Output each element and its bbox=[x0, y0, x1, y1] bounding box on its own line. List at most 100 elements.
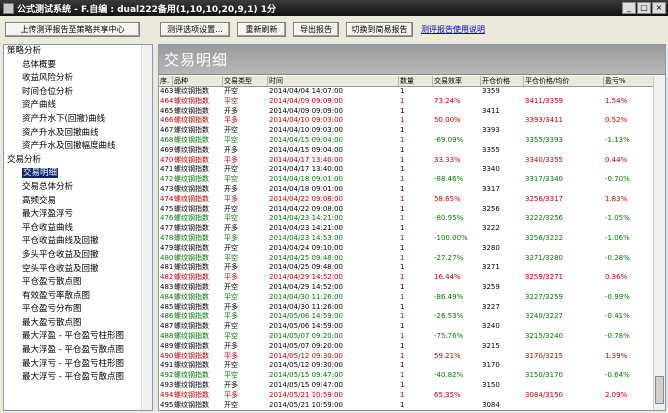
column-header[interactable]: 时间 bbox=[268, 76, 399, 86]
table-row[interactable]: 476 螺纹钢指数 平空 2014/04/23 14:21:00 1 -80.95% 322… bbox=[159, 214, 654, 224]
table-cell bbox=[604, 381, 654, 391]
table-scrollbar[interactable] bbox=[653, 76, 665, 410]
tree-item[interactable]: 总体概要 bbox=[4, 59, 152, 73]
table-row[interactable]: 486 螺纹钢指数 平多 2014/05/06 14:59:00 1 -26.53% 324… bbox=[159, 312, 654, 322]
tree-item[interactable]: 资产升水及回撤幅度曲线 bbox=[4, 140, 152, 154]
table-row[interactable]: 473 螺纹钢指数 开多 2014/04/18 09:01:00 1 3317 bbox=[159, 185, 654, 195]
table-row[interactable]: 484 螺纹钢指数 平空 2014/04/30 11:26:00 1 -86.49% 322… bbox=[159, 293, 654, 303]
column-header[interactable]: 交易类型 bbox=[223, 76, 268, 86]
tree-item[interactable]: 最大浮盈 - 平仓盈亏散点图 bbox=[4, 344, 152, 358]
tree-item[interactable]: 收益风险分析 bbox=[4, 72, 152, 86]
table-cell: 3256 bbox=[482, 204, 500, 213]
table-row[interactable]: 495 螺纹钢指数 开空 2014/05/21 10:59:00 1 3084 bbox=[159, 401, 654, 411]
tree-item[interactable]: 最大盈亏散点图 bbox=[4, 317, 152, 331]
table-row[interactable]: 472 螺纹钢指数 平空 2014/04/18 09:01:00 1 -88.46% 331… bbox=[159, 175, 654, 185]
column-header[interactable]: 平仓价格/均价 bbox=[524, 76, 604, 86]
table-row[interactable]: 463 螺纹钢指数 开空 2014/04/04 14:07:00 1 3359 bbox=[159, 87, 654, 97]
maximize-button[interactable]: □ bbox=[637, 2, 651, 14]
tree-item[interactable]: 资产升水下(回撤)曲线 bbox=[4, 113, 152, 127]
table-row[interactable]: 481 螺纹钢指数 开多 2014/04/25 09:48:00 1 3271 bbox=[159, 263, 654, 273]
table-row[interactable]: 494 螺纹钢指数 平多 2014/05/21 10:59:00 1 65.35% 3084… bbox=[159, 391, 654, 401]
table-row[interactable]: 465 螺纹钢指数 开多 2014/04/09 09:09:00 1 3411 bbox=[159, 107, 654, 117]
export-report-button[interactable]: 导出报告 bbox=[293, 22, 339, 37]
tree-item[interactable]: 多头平仓收益及回撤 bbox=[4, 249, 152, 263]
table-row[interactable]: 478 螺纹钢指数 平多 2014/04/23 14:53:00 1 -100.00% 32… bbox=[159, 234, 654, 244]
column-header[interactable]: 交易效率 bbox=[433, 76, 481, 86]
tree-item[interactable]: 平仓收益曲线 bbox=[4, 222, 152, 236]
table-row[interactable]: 467 螺纹钢指数 开空 2014/04/10 09:03:00 1 3393 bbox=[159, 126, 654, 136]
column-header[interactable]: 开仓价格 bbox=[481, 76, 524, 86]
table-cell: 3355 bbox=[482, 145, 500, 154]
scrollbar-thumb[interactable] bbox=[655, 376, 664, 404]
table-cell bbox=[604, 244, 654, 254]
table-row[interactable]: 477 螺纹钢指数 开多 2014/04/23 14:21:00 1 3222 bbox=[159, 224, 654, 234]
table-row[interactable]: 469 螺纹钢指数 开多 2014/04/15 09:04:00 1 3355 bbox=[159, 146, 654, 156]
tree-item[interactable]: 交易总体分析 bbox=[4, 181, 152, 195]
tree-item[interactable]: 最大浮盈 - 平仓盈亏柱形图 bbox=[4, 330, 152, 344]
table-row[interactable]: 470 螺纹钢指数 平多 2014/04/17 13:40:00 1 33.33% 3340… bbox=[159, 156, 654, 166]
table-row[interactable]: 489 螺纹钢指数 开多 2014/05/07 09:20:00 1 3215 bbox=[159, 342, 654, 352]
simple-report-button[interactable]: 切换到简易报告 bbox=[346, 22, 413, 37]
tree-item[interactable]: 平仓盈亏散点图 bbox=[4, 276, 152, 290]
table-cell: 1 bbox=[400, 165, 405, 174]
table-row[interactable]: 496螺纹钢指数强制平仓2014/05/22 14:59:001-3.92% 30… bbox=[159, 410, 654, 411]
table-cell bbox=[433, 146, 481, 156]
tree-item[interactable]: 资产升水及回撤曲线 bbox=[4, 127, 152, 141]
table-cell: 2014/04/18 09:01:00 bbox=[269, 184, 344, 193]
help-link[interactable]: 测评报告使用说明 bbox=[421, 24, 485, 35]
upload-report-button[interactable]: 上传测评报告至策略共享中心 bbox=[5, 22, 140, 37]
tree-item[interactable]: 平仓盈亏分布图 bbox=[4, 303, 152, 317]
table-cell: 480 bbox=[160, 253, 173, 262]
tree-item[interactable]: 有效盈亏率散点图 bbox=[4, 290, 152, 304]
table-cell: 螺纹钢指数 bbox=[174, 253, 209, 262]
column-header[interactable]: 数量 bbox=[399, 76, 433, 86]
tree-item[interactable]: 空头平仓收益及回撤 bbox=[4, 263, 152, 277]
tree-item[interactable]: 平仓收益曲线及回撤 bbox=[4, 235, 152, 249]
tree-scrollbar[interactable] bbox=[141, 45, 152, 410]
table-cell: 3393 bbox=[482, 126, 500, 135]
table-cell bbox=[481, 293, 524, 303]
tree-item[interactable]: 最大浮盈浮亏 bbox=[4, 208, 152, 222]
settings-button[interactable]: 测评选项设置... bbox=[160, 22, 230, 37]
table-row[interactable]: 482 螺纹钢指数 平多 2014/04/29 14:52:00 1 16.44% 3259… bbox=[159, 273, 654, 283]
table-row[interactable]: 466 螺纹钢指数 平多 2014/04/10 09:03:00 1 50.00% 3393… bbox=[159, 116, 654, 126]
tree-item-label: 有效盈亏率散点图 bbox=[22, 290, 91, 301]
table-row[interactable]: 485 螺纹钢指数 开多 2014/04/30 11:26:00 1 3227 bbox=[159, 303, 654, 313]
tree-item[interactable]: 交易分析 bbox=[4, 154, 152, 168]
table-row[interactable]: 471 螺纹钢指数 开空 2014/04/17 13:40:00 1 3340 bbox=[159, 165, 654, 175]
table-row[interactable]: 479 螺纹钢指数 开空 2014/04/24 09:10:00 1 3280 bbox=[159, 244, 654, 254]
table-row[interactable]: 487 螺纹钢指数 开空 2014/05/06 14:59:00 1 3240 bbox=[159, 322, 654, 332]
table-cell bbox=[524, 205, 604, 215]
table-row[interactable]: 493 螺纹钢指数 开多 2014/05/15 09:47:00 1 3150 bbox=[159, 381, 654, 391]
table-row[interactable]: 492 螺纹钢指数 平空 2014/05/15 09:47:00 1 -40.82% 315… bbox=[159, 371, 654, 381]
tree-item[interactable]: 资产曲线 bbox=[4, 99, 152, 113]
table-row[interactable]: 468 螺纹钢指数 平空 2014/04/15 09:04:00 1 -69.09% 335… bbox=[159, 136, 654, 146]
column-header[interactable]: 品种 bbox=[173, 76, 223, 86]
table-row[interactable]: 475 螺纹钢指数 开空 2014/04/22 09:08:00 1 3256 bbox=[159, 205, 654, 215]
tree-item[interactable]: 高频交易 bbox=[4, 195, 152, 209]
table-row[interactable]: 480 螺纹钢指数 平空 2014/04/25 09:48:00 1 -27.27% 327… bbox=[159, 254, 654, 264]
table-row[interactable]: 491 螺纹钢指数 开空 2014/05/12 09:30:00 1 3170 bbox=[159, 361, 654, 371]
column-header[interactable]: 盈亏% bbox=[604, 76, 654, 86]
tree-item[interactable]: 交易明细 bbox=[4, 167, 152, 181]
tree-item-label: 多头平仓收益及回撤 bbox=[22, 249, 99, 260]
tree-item[interactable]: 策略分析 bbox=[4, 45, 152, 59]
table-cell bbox=[604, 205, 654, 215]
table-row[interactable]: 490 螺纹钢指数 平多 2014/05/12 09:30:00 1 59.21% 3170… bbox=[159, 352, 654, 362]
column-header[interactable]: 序. bbox=[159, 76, 173, 86]
minimize-button[interactable]: _ bbox=[622, 2, 636, 14]
tree-item[interactable]: 时间仓位分析 bbox=[4, 86, 152, 100]
close-button[interactable]: × bbox=[652, 2, 666, 14]
table-cell: 开多 bbox=[224, 302, 238, 311]
table-cell: 33.33% bbox=[434, 155, 461, 164]
table-cell: 1 bbox=[400, 96, 405, 105]
table-row[interactable]: 483 螺纹钢指数 开空 2014/04/29 14:52:00 1 3259 bbox=[159, 283, 654, 293]
refresh-button[interactable]: 重新刷新 bbox=[237, 22, 286, 37]
table-row[interactable]: 464 螺纹钢指数 平空 2014/04/09 09:09:00 1 73.24% 3411… bbox=[159, 97, 654, 107]
table-cell bbox=[433, 205, 481, 215]
tree-item[interactable]: 最大浮亏 - 平仓盈亏散点图 bbox=[4, 371, 152, 385]
table-row[interactable]: 474 螺纹钢指数 平多 2014/04/22 09:08:00 1 58.65% 3256… bbox=[159, 195, 654, 205]
table-cell: 58.65% bbox=[434, 194, 461, 203]
tree-item[interactable]: 最大浮亏 - 平仓盈亏柱形图 bbox=[4, 358, 152, 372]
table-row[interactable]: 488 螺纹钢指数 平空 2014/05/07 09:20:00 1 -75.76% 321… bbox=[159, 332, 654, 342]
